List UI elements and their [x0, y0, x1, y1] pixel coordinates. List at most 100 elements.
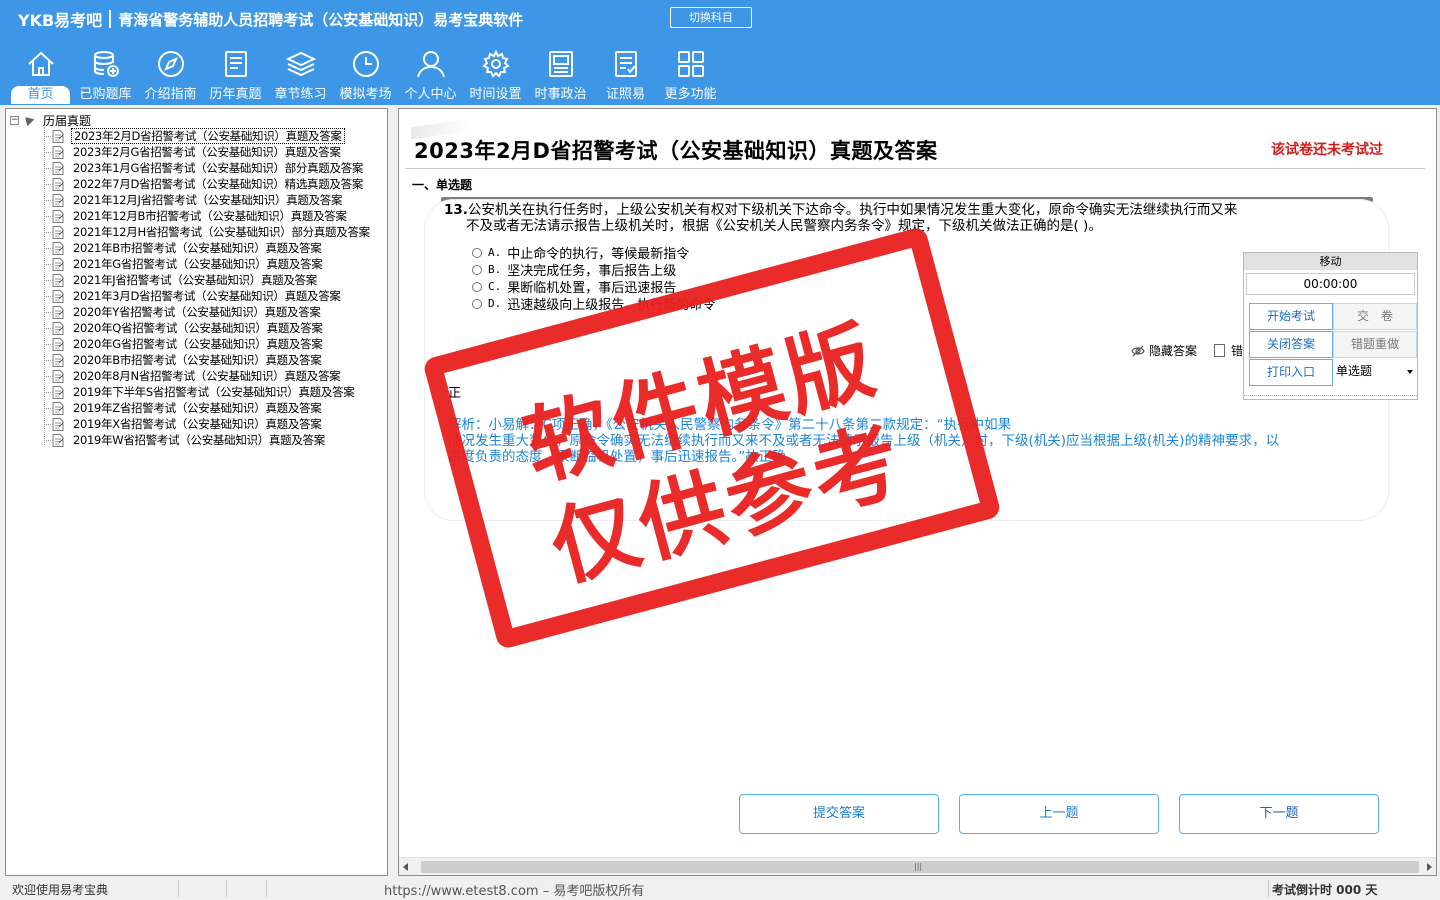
document-icon [52, 385, 64, 399]
tree-item[interactable]: 2019年下半年S省招警考试（公安基础知识）真题及答案 [44, 384, 372, 400]
tree-item[interactable]: 2021年12月B市招警考试（公安基础知识）真题及答案 [44, 208, 372, 224]
question-actions: 提交答案 上一题 下一题 [739, 794, 1399, 834]
tree-item[interactable]: 2020年Q省招警考试（公安基础知识）真题及答案 [44, 320, 372, 336]
tree-item[interactable]: 2020年Y省招警考试（公安基础知识）真题及答案 [44, 304, 372, 320]
move-handle[interactable]: 移动 [1244, 253, 1417, 270]
nav-item-current-affairs[interactable]: 时事政治 [528, 44, 593, 104]
exam-countdown: 考试倒计时 000 天 [1272, 883, 1378, 897]
prev-question-button[interactable]: 上一题 [959, 794, 1159, 834]
tree-item[interactable]: 2021年G省招警考试（公安基础知识）真题及答案 [44, 256, 372, 272]
paper-tree: − 历届真题 2023年2月D省招警考试（公安基础知识）真题及答案 2023年2月… [5, 108, 388, 876]
nav-label: 模拟考场 [339, 87, 392, 102]
tree-branch-line [44, 151, 51, 153]
document-icon [52, 417, 64, 431]
hide-answer-toggle[interactable]: 隐藏答案 [1131, 342, 1197, 359]
hand-in-button[interactable]: 交 卷 [1333, 303, 1417, 330]
tree-branch-line [44, 231, 51, 233]
title-bar: YKB易考吧 青海省警务辅助人员招聘考试（公安基础知识）易考宝典软件 [18, 9, 523, 30]
radio-button[interactable] [472, 298, 482, 309]
close-answer-button[interactable]: 关闭答案 [1249, 331, 1333, 358]
document-icon [52, 321, 64, 335]
tree-branch-line [44, 263, 51, 265]
option-b[interactable]: B. 坚决完成任务，事后报告上级 [472, 261, 715, 279]
document-icon [52, 369, 64, 383]
option-letter: B. [488, 263, 502, 276]
app-logo: YKB易考吧 [18, 11, 103, 30]
tree-branch-line [44, 183, 51, 185]
tree-item-label: 2021年12月H省招警考试（公安基础知识）部分真题及答案 [73, 225, 370, 239]
radio-button[interactable] [472, 247, 482, 258]
nav-item-mock-exam[interactable]: 模拟考场 [333, 44, 398, 104]
nav-item-past-papers[interactable]: 历年真题 [203, 44, 268, 104]
tree-item[interactable]: 2019年X省招警考试（公安基础知识）真题及答案 [44, 416, 372, 432]
mark-wrong-toggle[interactable]: 错 [1214, 342, 1243, 359]
collapse-icon[interactable]: − [10, 115, 19, 125]
tree-item[interactable]: 2021年12月J省招警考试（公安基础知识）真题及答案 [44, 192, 372, 208]
tree-item[interactable]: 2020年G省招警考试（公安基础知识）真题及答案 [44, 336, 372, 352]
tree-item-label: 2020年8月N省招警考试（公安基础知识）真题及答案 [73, 369, 341, 383]
tree-item-label: 2023年2月G省招警考试（公安基础知识）真题及答案 [73, 145, 341, 159]
clock-icon [350, 48, 382, 80]
tree-item[interactable]: 2021年B市招警考试（公安基础知识）真题及答案 [44, 240, 372, 256]
tree-item[interactable]: 2021年12月H省招警考试（公安基础知识）部分真题及答案 [44, 224, 372, 240]
eye-off-icon [1131, 345, 1145, 356]
nav-item-home[interactable]: 首页 [8, 44, 73, 104]
question-number: 13. [444, 202, 468, 218]
tree-item[interactable]: 2023年1月G省招警考试（公安基础知识）部分真题及答案 [44, 160, 372, 176]
tree-item[interactable]: 2021年J省招警考试（公安基础知识）真题及答案 [44, 272, 372, 288]
next-question-button[interactable]: 下一题 [1179, 794, 1379, 834]
notebook-icon [1214, 344, 1225, 357]
tree-item-label: 2019年Z省招警考试（公安基础知识）真题及答案 [73, 401, 322, 415]
tree-item-label: 2019年X省招警考试（公安基础知识）真题及答案 [73, 417, 322, 431]
nav-item-chapter-practice[interactable]: 章节练习 [268, 44, 333, 104]
option-letter: A. [488, 246, 502, 259]
document-icon [52, 273, 64, 287]
tree-item[interactable]: 2023年2月D省招警考试（公安基础知识）真题及答案 [44, 128, 372, 144]
question-text: 13.公安机关在执行任务时，上级公安机关有权对下级机关下达命令。执行中如果情况发… [444, 202, 1324, 234]
home-icon [25, 48, 57, 80]
status-divider [266, 880, 267, 897]
switch-subject-button[interactable]: 切换科目 [670, 7, 752, 28]
scroll-right-icon[interactable] [1427, 863, 1432, 871]
tree-item[interactable]: 2021年3月D省招警考试（公安基础知识）真题及答案 [44, 288, 372, 304]
tree-item-label: 2021年J省招警考试（公安基础知识）真题及答案 [73, 273, 317, 287]
tree-item[interactable]: 2023年2月G省招警考试（公安基础知识）真题及答案 [44, 144, 372, 160]
print-button[interactable]: 打印入口 [1249, 359, 1333, 386]
document-icon [52, 305, 64, 319]
nav-item-personal-center[interactable]: 个人中心 [398, 44, 463, 104]
copyright-text: https://www.etest8.com – 易考吧版权所有 [384, 884, 645, 899]
nav-label: 个人中心 [404, 87, 457, 102]
horizontal-scrollbar[interactable]: ||| [399, 857, 1436, 875]
scrollbar-thumb[interactable]: ||| [421, 861, 1419, 873]
nav-item-guide[interactable]: 介绍指南 [138, 44, 203, 104]
nav-item-time-settings[interactable]: 时间设置 [463, 44, 528, 104]
document-icon [52, 145, 64, 159]
tree-item-label: 2022年7月D省招警考试（公安基础知识）精选真题及答案 [73, 177, 364, 191]
nav-item-more[interactable]: 更多功能 [658, 44, 723, 104]
tree-item[interactable]: 2019年W省招警考试（公安基础知识）真题及答案 [44, 432, 372, 448]
tree-item[interactable]: 2020年B市招警考试（公安基础知识）真题及答案 [44, 352, 372, 368]
radio-button[interactable] [472, 281, 482, 292]
nav-item-purchased[interactable]: 已购题库 [73, 44, 138, 104]
radio-button[interactable] [472, 264, 482, 275]
status-divider [178, 880, 179, 897]
submit-answer-button[interactable]: 提交答案 [739, 794, 939, 834]
tree-branch-line [44, 215, 51, 217]
tree-root[interactable]: − 历届真题 [10, 112, 91, 128]
start-exam-button[interactable]: 开始考试 [1249, 303, 1333, 330]
redo-wrong-button[interactable]: 错题重做 [1333, 331, 1417, 358]
scroll-left-icon[interactable] [403, 863, 408, 871]
tree-branch-line [44, 375, 51, 377]
question-type-select[interactable]: 单选题 [1333, 359, 1417, 386]
tree-branch-line [44, 423, 51, 425]
tree-item[interactable]: 2022年7月D省招警考试（公安基础知识）精选真题及答案 [44, 176, 372, 192]
compass-icon [155, 48, 187, 80]
tree-item-label: 2021年B市招警考试（公安基础知识）真题及答案 [73, 241, 322, 255]
document-icon [52, 257, 64, 271]
nav-item-certificate[interactable]: 证照易 [593, 44, 658, 104]
tree-item[interactable]: 2020年8月N省招警考试（公安基础知识）真题及答案 [44, 368, 372, 384]
status-bar: 欢迎使用易考宝典 https://www.etest8.com – 易考吧版权所… [0, 878, 1440, 900]
tree-item[interactable]: 2019年Z省招警考试（公安基础知识）真题及答案 [44, 400, 372, 416]
document-icon [52, 177, 64, 191]
option-a[interactable]: A. 中止命令的执行，等候最新指令 [472, 244, 715, 262]
